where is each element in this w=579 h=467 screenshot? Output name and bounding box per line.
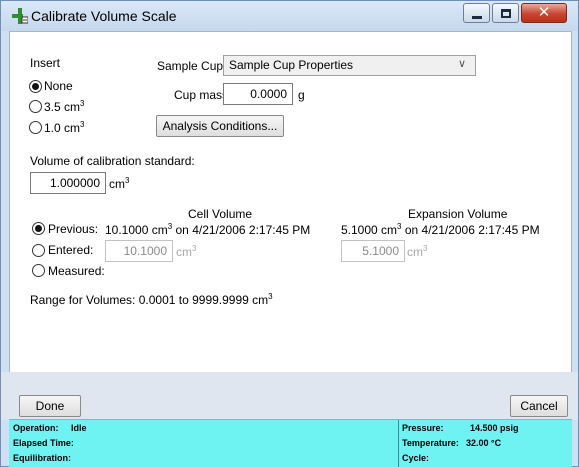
insert-3-5-label[interactable]: 3.5 cm3 xyxy=(44,100,84,115)
elapsed-time-label: Elapsed Time: xyxy=(13,438,74,448)
close-button[interactable]: ✕ xyxy=(521,3,567,23)
sample-cup-selected: Sample Cup Properties xyxy=(229,58,354,72)
entered-radio[interactable] xyxy=(32,244,45,257)
sample-cup-label: Sample Cup xyxy=(157,59,224,73)
measured-label[interactable]: Measured: xyxy=(48,264,105,278)
insert-none-radio[interactable] xyxy=(29,80,42,93)
calibration-standard-label: Volume of calibration standard: xyxy=(30,154,195,168)
cup-mass-field[interactable]: 0.0000 xyxy=(223,83,293,105)
analysis-conditions-button[interactable]: Analysis Conditions... xyxy=(156,115,284,137)
done-button[interactable]: Done xyxy=(19,395,81,417)
previous-label[interactable]: Previous: xyxy=(48,222,98,236)
equilibration-label: Equilibration: xyxy=(13,453,71,463)
previous-cell-volume: 10.1000 cm3 on 4/21/2006 2:17:45 PM xyxy=(105,222,311,238)
maximize-button[interactable] xyxy=(492,3,519,23)
calibration-standard-unit: cm3 xyxy=(109,176,130,192)
status-bar: Operation: Idle Elapsed Time: Equilibrat… xyxy=(9,419,572,467)
insert-label: Insert xyxy=(30,56,61,70)
operation-label: Operation: xyxy=(13,423,59,433)
insert-none-label[interactable]: None xyxy=(44,79,73,93)
cycle-label: Cycle: xyxy=(402,453,430,463)
volume-range-text: Range for Volumes: 0.0001 to 9999.9999 c… xyxy=(30,292,273,308)
close-icon: ✕ xyxy=(537,3,551,21)
chevron-down-icon: ∨ xyxy=(457,58,466,70)
temperature-value: 32.00 °C xyxy=(466,438,502,448)
insert-3-5-radio[interactable] xyxy=(29,100,42,113)
temperature-label: Temperature: xyxy=(402,438,459,448)
dialog-button-bar: Done Cancel xyxy=(1,372,578,420)
cell-volume-header: Cell Volume xyxy=(188,207,253,221)
calibration-app-icon xyxy=(12,8,28,24)
cup-mass-unit: g xyxy=(298,88,305,102)
entered-cell-volume-unit: cm3 xyxy=(176,244,197,260)
operation-value: Idle xyxy=(71,423,87,433)
entered-label[interactable]: Entered: xyxy=(48,243,93,257)
entered-expansion-volume-unit: cm3 xyxy=(407,244,428,260)
previous-expansion-volume: 5.1000 cm3 on 4/21/2006 2:17:45 PM xyxy=(341,222,540,238)
measured-radio[interactable] xyxy=(32,264,45,277)
maximize-icon xyxy=(501,9,511,18)
sample-cup-select[interactable]: Sample Cup Properties ∨ xyxy=(223,55,476,76)
status-divider xyxy=(398,420,399,467)
minimize-button[interactable] xyxy=(463,3,490,23)
insert-1-0-radio[interactable] xyxy=(29,121,42,134)
expansion-volume-header: Expansion Volume xyxy=(408,207,508,221)
calibration-standard-field[interactable]: 1.000000 xyxy=(30,172,106,194)
calibrate-volume-window: Calibrate Volume Scale ✕ Insert None 3.5… xyxy=(0,0,579,467)
pressure-value: 14.500 psig xyxy=(470,423,519,433)
entered-expansion-volume-field[interactable]: 5.1000 xyxy=(341,240,405,262)
previous-radio[interactable] xyxy=(32,222,45,235)
insert-1-0-label[interactable]: 1.0 cm3 xyxy=(44,121,84,136)
window-title: Calibrate Volume Scale xyxy=(31,8,177,24)
entered-cell-volume-field[interactable]: 10.1000 xyxy=(105,240,173,262)
minimize-icon xyxy=(472,16,482,19)
cancel-button[interactable]: Cancel xyxy=(510,395,568,417)
pressure-label: Pressure: xyxy=(402,423,444,433)
dialog-content: Insert None 3.5 cm3 1.0 cm3 Sample Cup S… xyxy=(9,31,572,372)
title-bar[interactable]: Calibrate Volume Scale ✕ xyxy=(1,1,578,31)
